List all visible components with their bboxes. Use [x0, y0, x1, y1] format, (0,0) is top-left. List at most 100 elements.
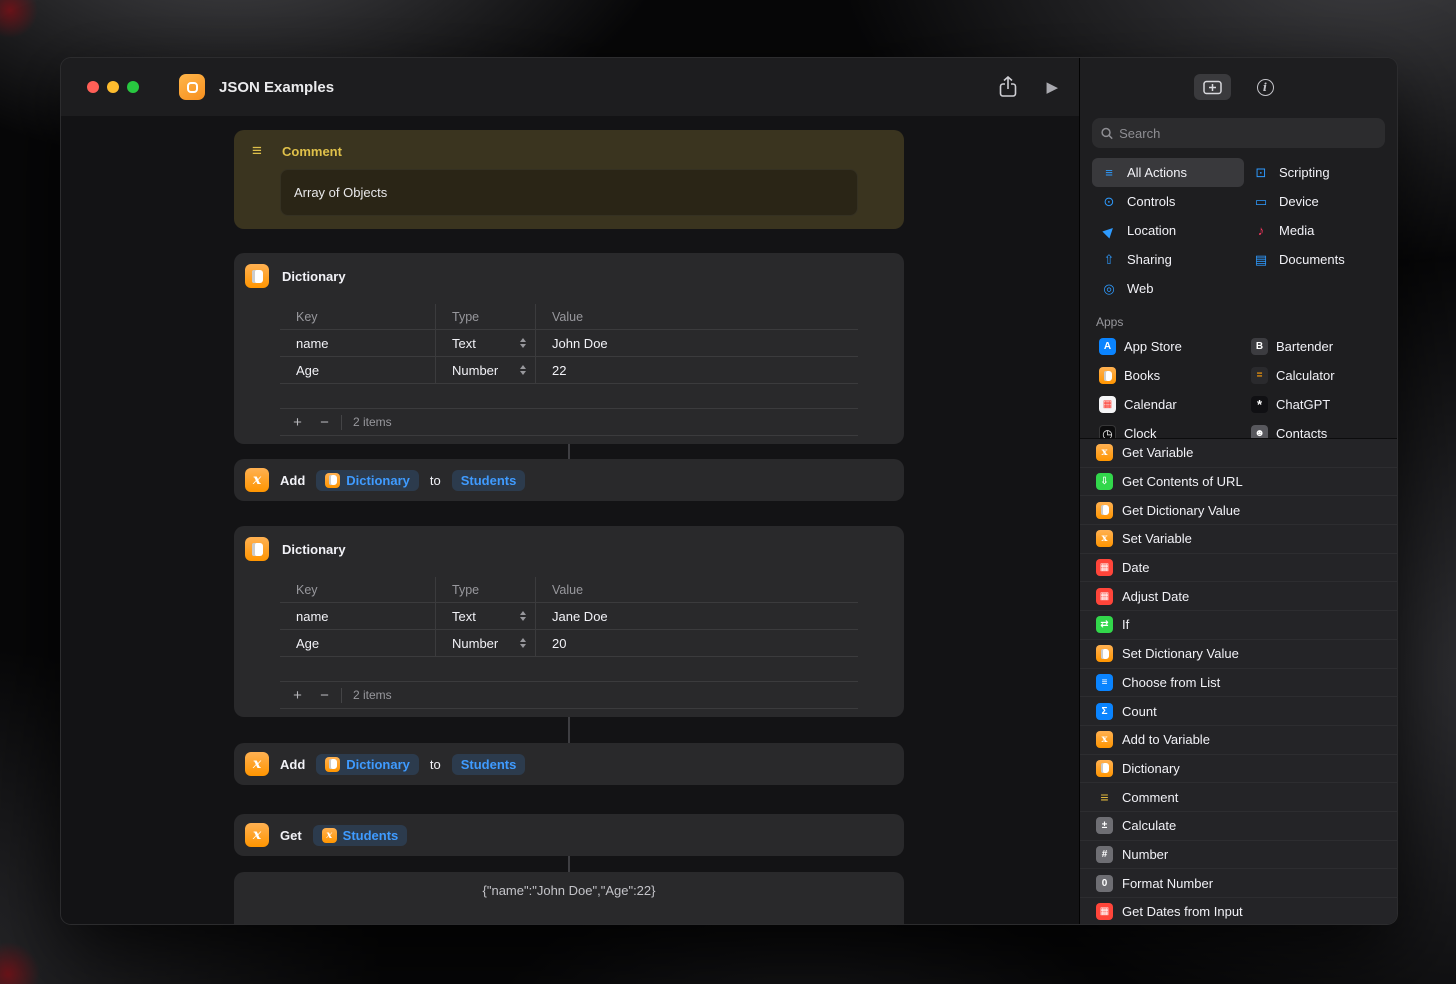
type-value: Number: [452, 636, 498, 651]
editor-pane: JSON Examples ▶ ≡ Comment Array of Objec…: [61, 58, 1080, 924]
action-item-get-variable[interactable]: x Get Variable: [1080, 439, 1397, 468]
minimize-button[interactable]: [107, 81, 119, 93]
action-item-set-variable[interactable]: x Set Variable: [1080, 525, 1397, 554]
key-field[interactable]: name: [280, 603, 436, 629]
app-item-books[interactable]: Books: [1092, 361, 1244, 390]
variable-icon: x: [245, 468, 269, 492]
date-calendar-icon: ▦: [1096, 559, 1113, 576]
action-item-date[interactable]: ▦ Date: [1080, 554, 1397, 583]
variable-icon: x: [1096, 530, 1113, 547]
apps-list: A App Store Books ▦ Calendar ◷ Clock B B…: [1092, 332, 1389, 448]
dictionary-token[interactable]: Dictionary: [316, 470, 419, 491]
flow-connector: [568, 856, 570, 872]
comment-text-field[interactable]: Array of Objects: [280, 169, 858, 216]
key-field[interactable]: Age: [280, 630, 436, 656]
app-item-app-store[interactable]: A App Store: [1092, 332, 1244, 361]
action-item-get-contents-of-url[interactable]: ⇩ Get Contents of URL: [1080, 468, 1397, 497]
category-item-scripting[interactable]: ⊡ Scripting: [1244, 158, 1389, 187]
remove-row-button[interactable]: −: [311, 414, 338, 431]
action-item-add-to-variable[interactable]: x Add to Variable: [1080, 726, 1397, 755]
key-field[interactable]: Age: [280, 357, 436, 383]
all-actions-list-icon: ≡: [1099, 165, 1119, 180]
action-item-comment[interactable]: ≡ Comment: [1080, 783, 1397, 812]
app-item-chatgpt[interactable]: * ChatGPT: [1244, 390, 1389, 419]
action-item-get-dictionary-value[interactable]: Get Dictionary Value: [1080, 496, 1397, 525]
info-button[interactable]: i: [1247, 74, 1284, 100]
variable-icon: x: [1096, 444, 1113, 461]
action-item-count[interactable]: Σ Count: [1080, 697, 1397, 726]
location-arrow-icon: ▶: [1100, 221, 1118, 239]
result-json-text: {"name":"John Doe","Age":22}: [234, 872, 904, 898]
type-stepper[interactable]: [520, 611, 526, 621]
type-stepper[interactable]: [520, 338, 526, 348]
key-field[interactable]: name: [280, 330, 436, 356]
category-item-web[interactable]: ◎ Web: [1092, 274, 1244, 303]
value-field[interactable]: 22: [536, 357, 858, 383]
table-header-row: Key Type Value: [280, 577, 858, 603]
students-variable-token[interactable]: x Students: [313, 825, 408, 846]
value-field[interactable]: 20: [536, 630, 858, 656]
type-stepper[interactable]: [520, 638, 526, 648]
list-icon: ≡: [1096, 674, 1113, 691]
shortcuts-window: JSON Examples ▶ ≡ Comment Array of Objec…: [60, 57, 1398, 925]
category-item-documents[interactable]: ▤ Documents: [1244, 245, 1389, 274]
table-row: name Text John Doe: [280, 330, 858, 357]
app-item-calculator[interactable]: = Calculator: [1244, 361, 1389, 390]
category-item-location[interactable]: ▶ Location: [1092, 216, 1244, 245]
action-item-dictionary[interactable]: Dictionary: [1080, 755, 1397, 784]
type-stepper[interactable]: [520, 365, 526, 375]
value-field[interactable]: Jane Doe: [536, 603, 858, 629]
category-item-sharing[interactable]: ⇧ Sharing: [1092, 245, 1244, 274]
app-item-calendar[interactable]: ▦ Calendar: [1092, 390, 1244, 419]
action-item-set-dictionary-value[interactable]: Set Dictionary Value: [1080, 640, 1397, 669]
add-row-button[interactable]: +: [284, 414, 311, 431]
flow-connector: [568, 444, 570, 459]
dictionary-icon: [245, 537, 269, 561]
documents-icon: ▤: [1251, 252, 1271, 268]
table-row: Age Number 20: [280, 630, 858, 657]
zoom-button[interactable]: [127, 81, 139, 93]
action-verb: Get: [280, 828, 302, 843]
search-field[interactable]: [1092, 118, 1385, 148]
type-value: Text: [452, 336, 476, 351]
dictionary-title: Dictionary: [282, 542, 346, 557]
share-button[interactable]: [998, 76, 1018, 98]
controls-icon: ⊙: [1099, 194, 1119, 210]
category-item-all-actions[interactable]: ≡ All Actions: [1092, 158, 1244, 187]
action-item-calculate[interactable]: ± Calculate: [1080, 812, 1397, 841]
run-button[interactable]: ▶: [1046, 78, 1058, 96]
calculator-icon: ±: [1096, 817, 1113, 834]
remove-row-button[interactable]: −: [311, 687, 338, 704]
action-item-get-dates-from-input[interactable]: ▦ Get Dates from Input: [1080, 898, 1397, 924]
chatgpt-icon: *: [1251, 396, 1268, 413]
app-item-bartender[interactable]: B Bartender: [1244, 332, 1389, 361]
column-header-type: Type: [436, 577, 536, 602]
action-item-choose-from-list[interactable]: ≡ Choose from List: [1080, 669, 1397, 698]
dictionary-title: Dictionary: [282, 269, 346, 284]
action-item-if[interactable]: ⇄ If: [1080, 611, 1397, 640]
shortcut-icon: [179, 74, 205, 100]
dictionary-token[interactable]: Dictionary: [316, 754, 419, 775]
calculator-app-icon: =: [1251, 367, 1268, 384]
window-title: JSON Examples: [219, 79, 334, 96]
value-field[interactable]: John Doe: [536, 330, 858, 356]
close-button[interactable]: [87, 81, 99, 93]
category-item-media[interactable]: ♪ Media: [1244, 216, 1389, 245]
students-variable-token[interactable]: Students: [452, 470, 526, 491]
variable-icon: x: [245, 823, 269, 847]
category-item-controls[interactable]: ⊙ Controls: [1092, 187, 1244, 216]
search-input[interactable]: [1119, 126, 1376, 141]
play-icon: ▶: [1046, 78, 1058, 96]
add-to-variable-action-1: x Add Dictionary to Students: [234, 459, 904, 501]
action-item-adjust-date[interactable]: ▦ Adjust Date: [1080, 582, 1397, 611]
action-item-number[interactable]: # Number: [1080, 841, 1397, 870]
table-row: Age Number 22: [280, 357, 858, 384]
action-library-button[interactable]: [1194, 74, 1231, 100]
category-item-device[interactable]: ▭ Device: [1244, 187, 1389, 216]
action-item-format-number[interactable]: 0 Format Number: [1080, 869, 1397, 898]
result-preview: {"name":"John Doe","Age":22}: [234, 872, 904, 924]
download-icon: ⇩: [1096, 473, 1113, 490]
add-row-button[interactable]: +: [284, 687, 311, 704]
library-add-icon: [1203, 80, 1222, 95]
students-variable-token[interactable]: Students: [452, 754, 526, 775]
